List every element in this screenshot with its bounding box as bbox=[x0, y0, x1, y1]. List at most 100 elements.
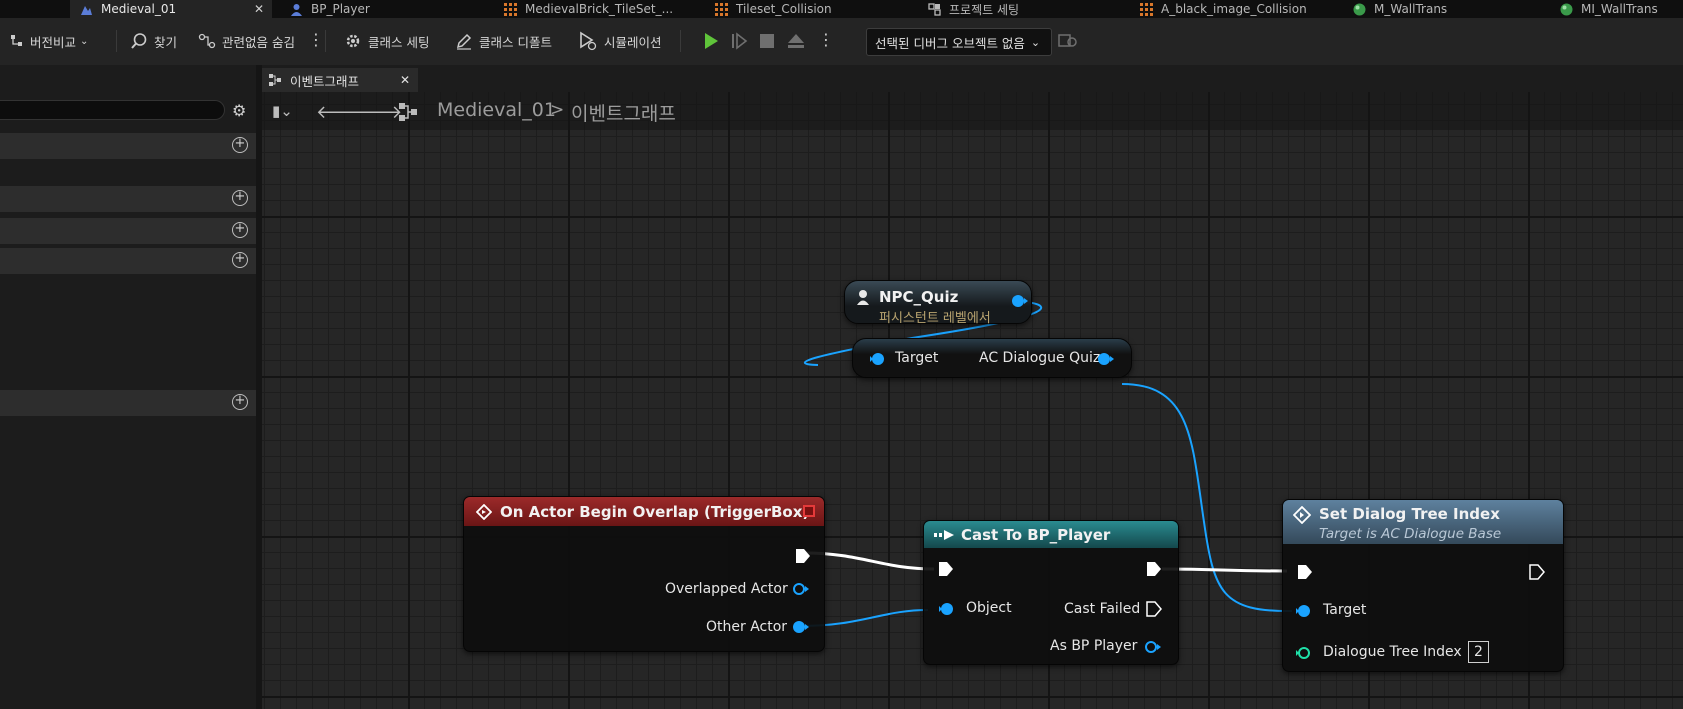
tab-bp-player[interactable]: BP_Player bbox=[290, 0, 370, 18]
add-icon[interactable]: + bbox=[232, 222, 248, 238]
tab-event-graph[interactable]: 이벤트그래프 ✕ bbox=[262, 68, 418, 92]
class-defaults-label: 클래스 디폴트 bbox=[479, 34, 552, 50]
category-row[interactable]: + bbox=[0, 186, 256, 212]
add-icon[interactable]: + bbox=[232, 394, 248, 410]
play-icon[interactable] bbox=[702, 32, 720, 50]
dialogue-tree-index-input[interactable]: 2 bbox=[1468, 641, 1489, 663]
pin-label: Overlapped Actor bbox=[665, 581, 788, 597]
ac-dialogue-quiz-getter-node[interactable]: Target AC Dialogue Quiz bbox=[852, 338, 1132, 378]
pin-label: Other Actor bbox=[706, 619, 788, 635]
tab-label: MedievalBrick_TileSet_... bbox=[525, 2, 674, 16]
exec-out-pin-icon[interactable] bbox=[1529, 563, 1545, 581]
tab-medievalbrick-tileset[interactable]: MedievalBrick_TileSet_... bbox=[504, 0, 673, 18]
node-subtitle: Target is AC Dialogue Base bbox=[1319, 526, 1502, 542]
hide-unrelated-button[interactable]: 관련없음 숨김 bbox=[198, 30, 295, 52]
close-icon[interactable]: ✕ bbox=[254, 2, 264, 16]
diff-button[interactable]: 버전비교 ⌄ bbox=[10, 30, 88, 52]
category-row[interactable]: + bbox=[0, 390, 256, 416]
class-settings-label: 클래스 세팅 bbox=[368, 34, 430, 50]
search-input[interactable] bbox=[0, 100, 225, 120]
node-title: Set Dialog Tree Index bbox=[1319, 505, 1500, 523]
int-input-pin-icon[interactable] bbox=[1295, 646, 1313, 660]
exec-wire bbox=[1161, 567, 1288, 573]
tab-label: BP_Player bbox=[311, 2, 370, 16]
npc-quiz-node[interactable]: NPC_Quiz 퍼시스턴트 레벨에서 bbox=[844, 280, 1032, 326]
resume-icon[interactable] bbox=[730, 32, 748, 50]
simulation-label: 시뮬레이션 bbox=[604, 34, 662, 50]
exec-out-pin-icon[interactable] bbox=[1146, 600, 1162, 618]
input-pin-icon[interactable] bbox=[1295, 604, 1313, 618]
tileset-icon bbox=[1140, 2, 1153, 16]
input-pin-icon[interactable] bbox=[938, 602, 956, 616]
material-icon bbox=[1560, 3, 1573, 15]
blueprint-editor-window: Medieval_01 ✕ BP_Player MedievalBrick_Ti… bbox=[0, 0, 1683, 709]
gear-icon[interactable]: ⚙ bbox=[232, 101, 246, 120]
pin-label: Target bbox=[1323, 602, 1367, 618]
on-actor-begin-overlap-node[interactable]: On Actor Begin Overlap (TriggerBox) Over… bbox=[463, 496, 825, 652]
pin-label: As BP Player bbox=[1050, 638, 1138, 654]
class-defaults-button[interactable]: 클래스 디폴트 bbox=[455, 30, 552, 52]
exec-out-pin-icon[interactable] bbox=[1146, 560, 1162, 578]
debug-object-select[interactable]: 선택된 디버그 오브젝트 없음 ⌄ bbox=[866, 28, 1052, 56]
exec-out-pin-icon[interactable] bbox=[795, 547, 811, 565]
tab-label: MI_WallTrans bbox=[1581, 2, 1658, 16]
output-pin-icon[interactable] bbox=[792, 620, 810, 634]
output-pin-icon[interactable] bbox=[1144, 640, 1162, 654]
node-subtitle: 퍼시스턴트 레벨에서 bbox=[879, 311, 991, 326]
tileset-icon bbox=[504, 2, 517, 16]
eject-icon[interactable] bbox=[787, 32, 805, 50]
close-icon[interactable]: ✕ bbox=[400, 73, 410, 87]
exec-in-pin-icon[interactable] bbox=[1297, 563, 1313, 581]
add-icon[interactable]: + bbox=[232, 137, 248, 153]
delegate-pin-icon[interactable] bbox=[803, 505, 815, 517]
toolbar: 버전비교 ⌄ 찾기 관련없음 숨김 ⋮ 클래스 세팅 클래스 디폴트 시뮬레이션 bbox=[0, 18, 1683, 65]
pin-label: Dialogue Tree Index bbox=[1323, 644, 1462, 660]
more-options-icon[interactable]: ⋮ bbox=[308, 30, 324, 49]
tab-medieval-01[interactable]: Medieval_01 ✕ bbox=[70, 0, 272, 18]
category-row[interactable]: + bbox=[0, 218, 256, 244]
tab-m-walltrans[interactable]: M_WallTrans bbox=[1353, 0, 1447, 18]
debug-find-icon[interactable] bbox=[1058, 32, 1078, 50]
search-icon bbox=[131, 33, 147, 49]
actor-icon bbox=[857, 290, 869, 305]
output-pin-icon[interactable] bbox=[1011, 294, 1029, 308]
output-pin-icon[interactable] bbox=[792, 582, 810, 596]
input-pin-icon[interactable] bbox=[869, 352, 887, 366]
simulation-button[interactable]: 시뮬레이션 bbox=[578, 30, 662, 52]
diff-icon bbox=[11, 35, 22, 46]
more-options-icon[interactable]: ⋮ bbox=[818, 30, 834, 49]
debug-object-label: 선택된 디버그 오브젝트 없음 bbox=[875, 35, 1025, 51]
node-title: On Actor Begin Overlap (TriggerBox) bbox=[500, 503, 810, 521]
hide-unrelated-label: 관련없음 숨김 bbox=[222, 34, 295, 50]
pin-label: Cast Failed bbox=[1064, 601, 1141, 617]
output-pin-icon[interactable] bbox=[1097, 352, 1115, 366]
add-icon[interactable]: + bbox=[232, 190, 248, 206]
pin-label: Object bbox=[966, 600, 1012, 616]
tab-mi-walltrans[interactable]: MI_WallTrans bbox=[1560, 0, 1658, 18]
tab-label: M_WallTrans bbox=[1374, 2, 1448, 16]
chevron-down-icon: ⌄ bbox=[1030, 35, 1041, 49]
tab-project-settings[interactable]: 프로젝트 세팅 bbox=[928, 0, 1019, 18]
class-settings-button[interactable]: 클래스 세팅 bbox=[344, 30, 429, 52]
tileset-icon bbox=[715, 2, 728, 16]
blueprint-icon bbox=[291, 3, 302, 16]
exec-in-pin-icon[interactable] bbox=[938, 560, 954, 578]
tab-a-black-image-collision[interactable]: A_black_image_Collision bbox=[1140, 0, 1307, 18]
stop-icon[interactable] bbox=[758, 32, 776, 50]
toolbar-divider bbox=[325, 30, 326, 52]
graph-tab-strip: 이벤트그래프 ✕ bbox=[262, 65, 1683, 92]
set-dialog-tree-index-node[interactable]: Set Dialog Tree Index Target is AC Dialo… bbox=[1282, 499, 1564, 672]
tab-label: Medieval_01 bbox=[101, 2, 177, 16]
category-row[interactable]: + bbox=[0, 133, 256, 159]
function-icon bbox=[1293, 506, 1311, 524]
tab-label: 프로젝트 세팅 bbox=[949, 2, 1020, 17]
diff-label: 버전비교 bbox=[30, 34, 77, 50]
category-row[interactable]: + bbox=[0, 248, 256, 274]
toolbar-divider bbox=[116, 30, 117, 52]
tab-tileset-collision[interactable]: Tileset_Collision bbox=[715, 0, 832, 18]
cast-to-bp-player-node[interactable]: Cast To BP_Player Object Cast Failed As … bbox=[923, 520, 1179, 665]
add-icon[interactable]: + bbox=[232, 252, 248, 268]
cast-icon bbox=[934, 530, 954, 540]
event-graph-canvas[interactable]: ▮⌄ 🡐 🡒 Medieval_01 > 이벤트그래프 NPC_Quiz 퍼시스… bbox=[262, 92, 1683, 709]
find-button[interactable]: 찾기 bbox=[130, 30, 177, 52]
